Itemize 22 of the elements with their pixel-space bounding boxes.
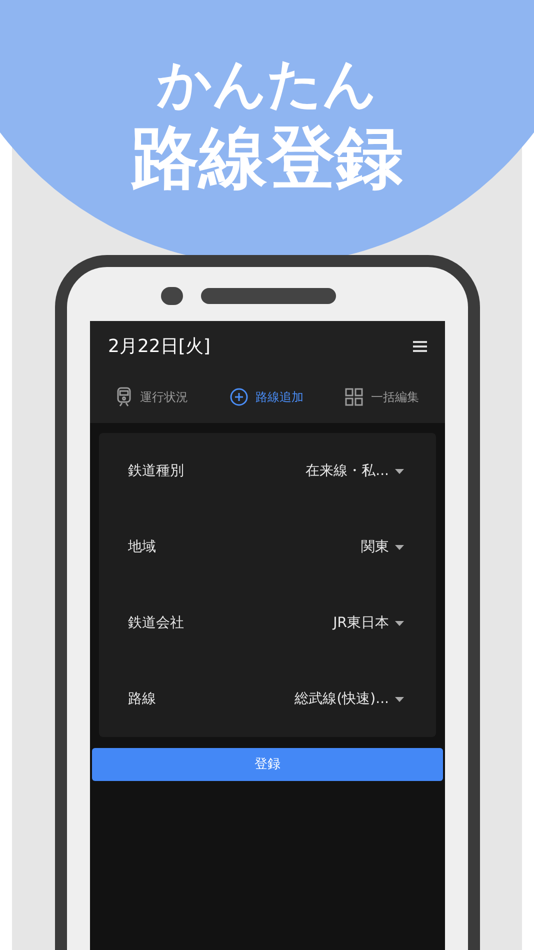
caret-icon (395, 696, 404, 702)
field-label: 地域 (128, 538, 156, 556)
caret-icon (395, 544, 404, 550)
dropdown[interactable]: 関東 (361, 536, 404, 558)
caret-icon (395, 468, 404, 474)
headline: かんたん (157, 52, 377, 116)
caret-icon (395, 620, 404, 626)
train-icon (116, 387, 132, 407)
headline: 路線登録 (131, 118, 403, 200)
field-label: 鉄道種別 (128, 462, 184, 480)
grid-icon (345, 388, 363, 406)
nav-tab[interactable]: 路線追加 (230, 388, 304, 406)
add-icon (230, 388, 248, 406)
field-label: 鉄道会社 (128, 614, 184, 632)
field-label: 路線 (128, 690, 156, 708)
menu-icon[interactable] (413, 340, 427, 352)
dropdown[interactable]: JR東日本 (333, 612, 404, 634)
dropdown[interactable]: 在来線・私... (306, 460, 404, 482)
dropdown[interactable]: 総武線(快速)... (294, 688, 404, 710)
nav-tab[interactable]: 運行状況 (116, 387, 188, 407)
nav-tab[interactable]: 一括編集 (345, 388, 419, 406)
date-title: 2月22日[火] (108, 334, 210, 358)
